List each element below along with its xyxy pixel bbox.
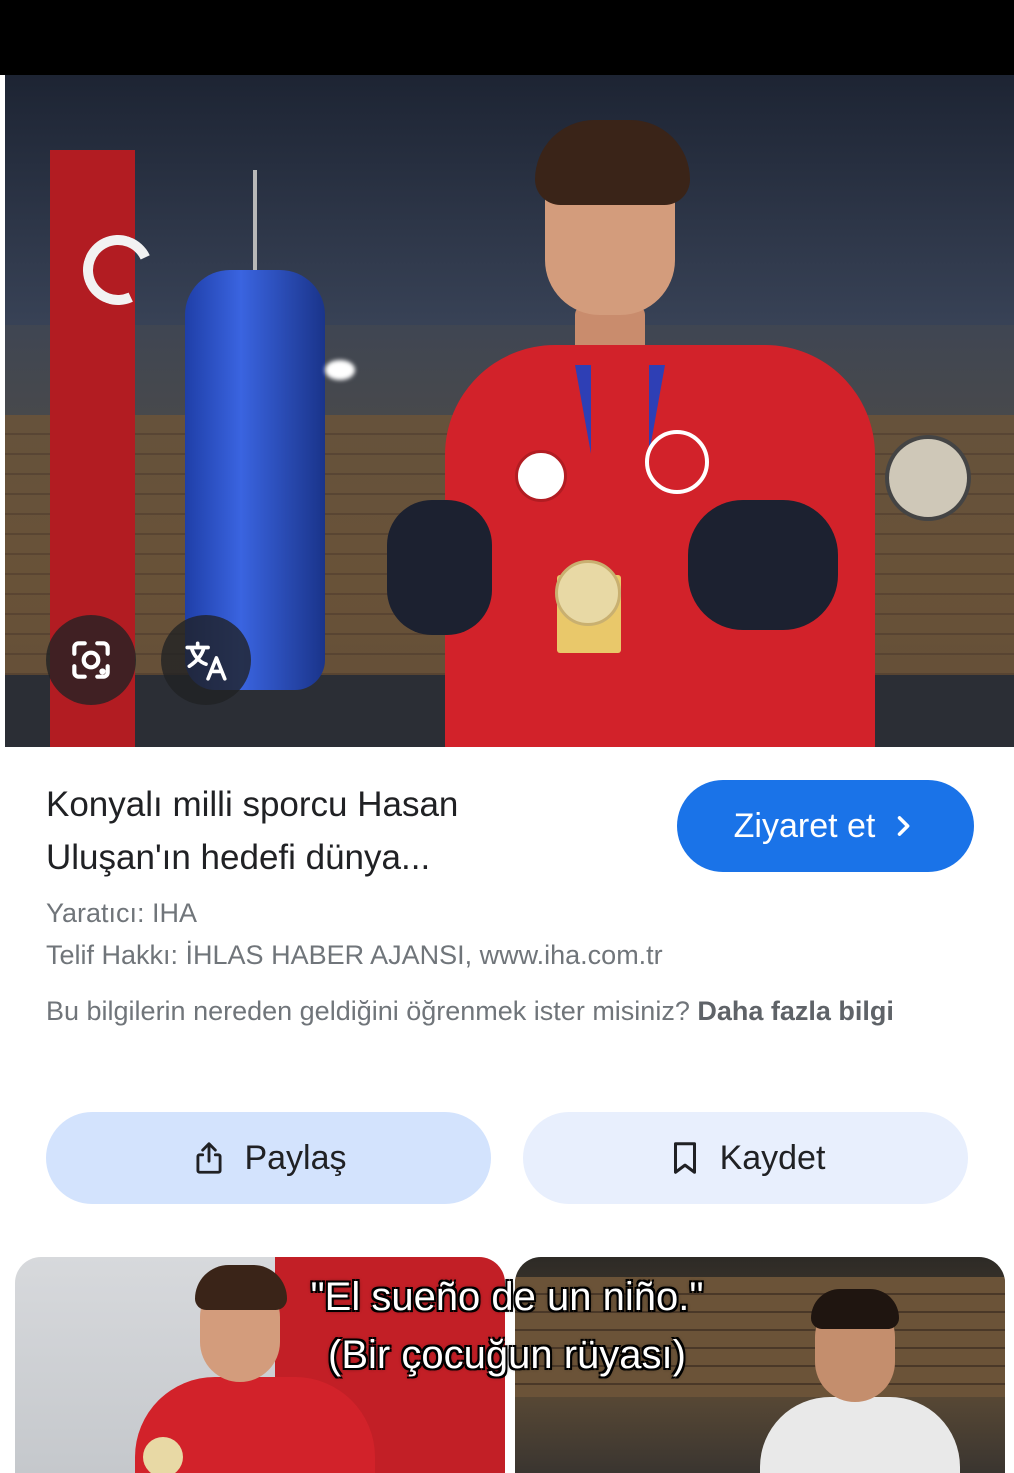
lens-button[interactable] [46,615,136,705]
visit-label: Ziyaret et [733,806,876,845]
info-note: Bu bilgilerin nereden geldiğini öğrenmek… [46,990,971,1033]
save-label: Kaydet [719,1138,826,1177]
image-ceiling [5,75,1014,325]
flag-emblem [645,430,709,494]
boxing-glove-right [688,500,838,630]
caption-line-2: (Bir çocuğun rüyası) [328,1333,686,1377]
bookmark-icon [673,1142,696,1174]
more-info-link[interactable]: Daha fazla bilgi [697,996,894,1026]
result-title[interactable]: Konyalı milli sporcu Hasan Uluşan'ın hed… [46,778,606,884]
translate-icon [185,641,227,681]
visit-button[interactable]: Ziyaret et [677,780,974,872]
main-image[interactable] [5,75,1014,747]
federation-badge [515,450,567,502]
chevron-right-icon [898,816,910,836]
gold-medal [555,560,621,626]
top-black-bar [0,0,1014,75]
share-label: Paylaş [244,1138,347,1177]
video-caption: "El sueño de un niño." (Bir çocuğun rüya… [0,1268,1014,1384]
caption-line-1: "El sueño de un niño." [310,1275,704,1319]
lens-icon [72,641,110,679]
share-icon [196,1142,222,1174]
save-button[interactable]: Kaydet [523,1112,968,1204]
creator-text: Yaratıcı: IHA [46,898,198,928]
bag-chain [253,170,257,280]
share-button[interactable]: Paylaş [46,1112,491,1204]
wall-clock [885,435,971,521]
athlete-hair [535,120,690,205]
copyright-text: Telif Hakkı: İHLAS HABER AJANSI, www.iha… [46,940,663,970]
info-question: Bu bilgilerin nereden geldiğini öğrenmek… [46,996,690,1026]
translate-button[interactable] [161,615,251,705]
boxing-glove-left [387,500,492,635]
thumb-medal [143,1437,183,1473]
thumb-athlete-jacket [760,1397,960,1473]
ceiling-light [325,360,355,380]
